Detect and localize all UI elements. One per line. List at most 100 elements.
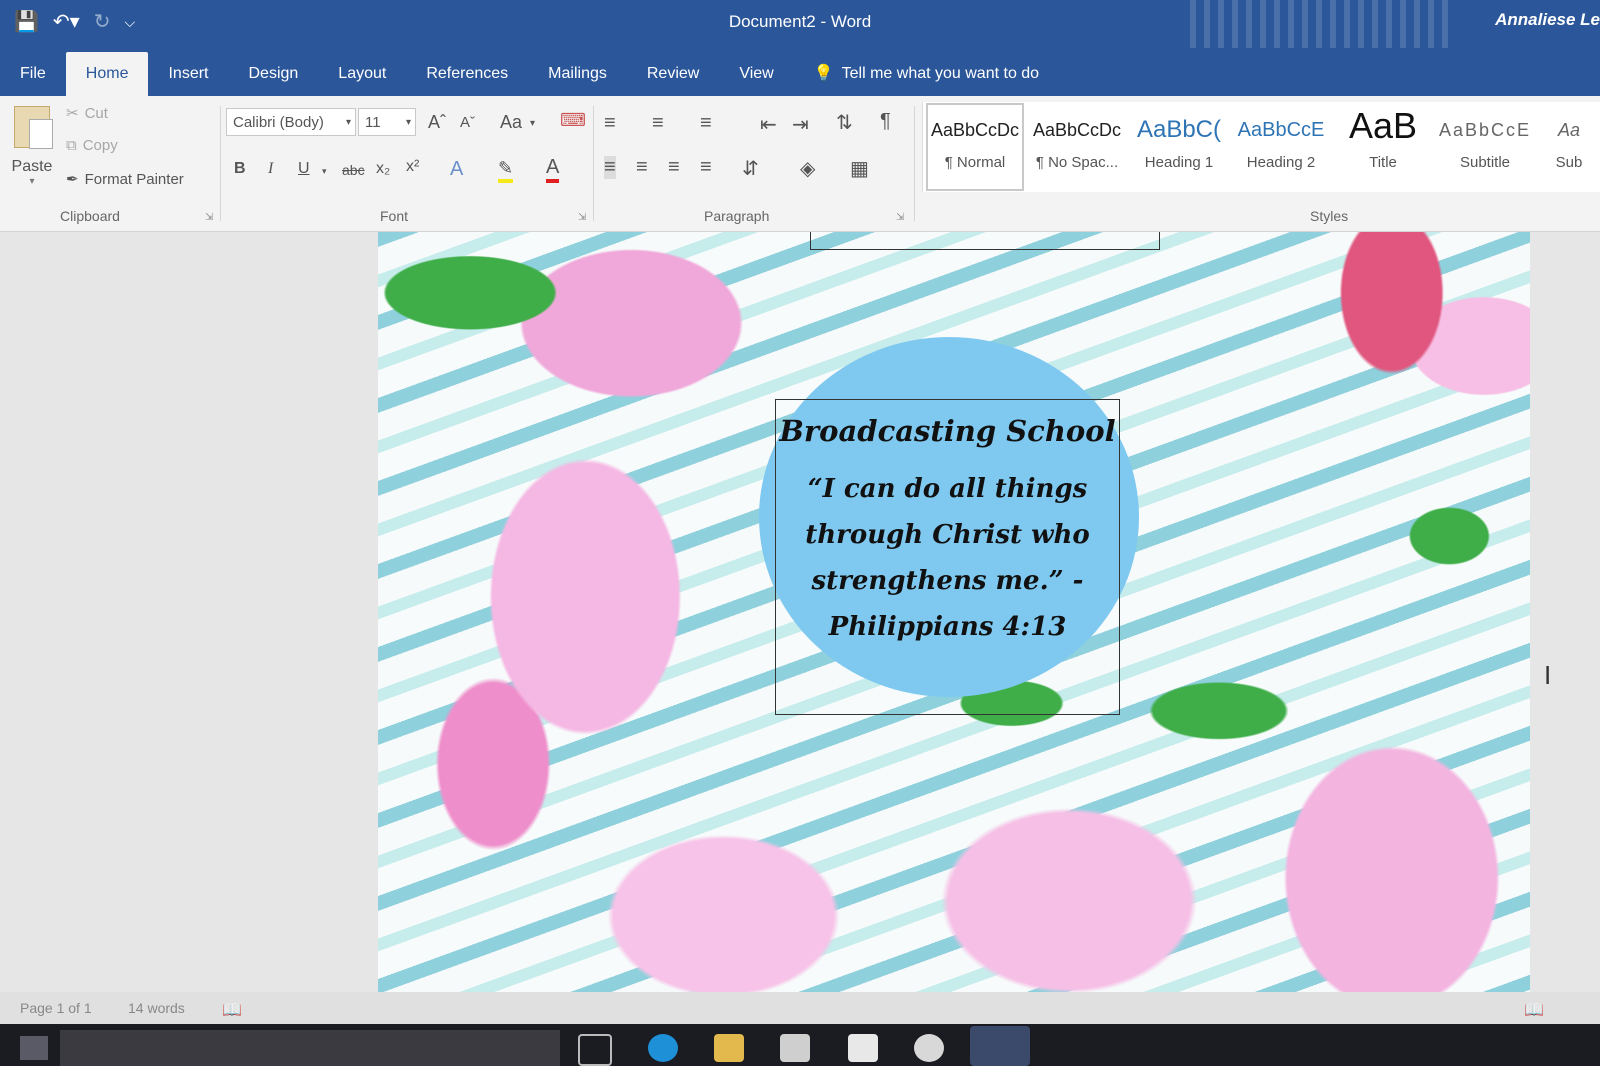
divider (593, 106, 594, 221)
shading-icon[interactable]: ◈ (800, 156, 815, 181)
styles-gallery: AaBbCcDc ¶ Normal AaBbCcDc ¶ No Spac... … (922, 102, 1600, 192)
left-margin-area (0, 232, 378, 992)
sort-icon[interactable]: ⇅ (836, 110, 853, 135)
change-case-button[interactable]: Aa (500, 112, 522, 133)
font-launcher-icon[interactable]: ⇲ (578, 212, 586, 223)
highlight-color-icon[interactable]: ✎ (498, 158, 514, 183)
superscript-button[interactable]: x² (406, 158, 419, 176)
edge-icon[interactable] (648, 1034, 678, 1062)
chevron-down-icon[interactable]: ▾ (322, 166, 327, 177)
copy-label: Copy (82, 137, 118, 154)
style-heading-1[interactable]: AaBbC( Heading 1 (1129, 102, 1229, 192)
style-normal[interactable]: AaBbCcDc ¶ Normal (925, 102, 1025, 192)
clipboard-launcher-icon[interactable]: ⇲ (205, 212, 213, 223)
window-title: Document2 - Word (728, 12, 872, 31)
style-name: Subtitle (1459, 154, 1511, 171)
style-heading-2[interactable]: AaBbCcE Heading 2 (1231, 102, 1331, 192)
increase-indent-icon[interactable]: ⇥ (792, 112, 809, 137)
tab-mailings[interactable]: Mailings (528, 52, 627, 96)
tell-me-box[interactable]: 💡 Tell me what you want to do (794, 52, 1039, 96)
lightbulb-icon: 💡 (813, 65, 834, 82)
align-left-icon[interactable]: ≡ (604, 156, 616, 179)
show-formatting-icon[interactable]: ¶ (880, 110, 891, 133)
header-text-box[interactable] (810, 232, 1160, 250)
proofing-icon[interactable]: 📖 (222, 1000, 242, 1020)
tab-file[interactable]: File (0, 52, 66, 96)
status-bar: Page 1 of 1 14 words 📖 📖 (0, 992, 1600, 1024)
bold-button[interactable]: B (234, 160, 246, 178)
shrink-font-icon[interactable]: Aˇ (460, 114, 475, 131)
paste-icon (14, 106, 53, 149)
task-view-icon[interactable] (578, 1034, 612, 1066)
document-page[interactable]: Broadcasting School “I can do all things… (378, 232, 1530, 992)
quote-text-box[interactable]: Broadcasting School “I can do all things… (775, 399, 1120, 715)
font-size-select[interactable]: 11 ▾ (358, 108, 416, 136)
justify-icon[interactable]: ≡ (700, 156, 712, 179)
multilevel-list-icon[interactable]: ≡ (700, 112, 712, 135)
tab-references[interactable]: References (406, 52, 528, 96)
font-family-select[interactable]: Calibri (Body) ▾ (226, 108, 356, 136)
underline-button[interactable]: U (298, 160, 310, 178)
tab-layout[interactable]: Layout (318, 52, 406, 96)
cut-button[interactable]: ✂ Cut (66, 104, 108, 123)
style-name: ¶ No Spac... (1035, 154, 1119, 171)
tab-view[interactable]: View (719, 52, 793, 96)
italic-button[interactable]: I (268, 160, 273, 178)
style-name: Title (1369, 154, 1397, 171)
divider (914, 106, 915, 221)
grow-font-icon[interactable]: Aˆ (428, 112, 446, 133)
tab-home[interactable]: Home (65, 52, 149, 96)
user-name[interactable]: Annaliese Le (1495, 10, 1600, 30)
paste-button[interactable]: Paste ▾ (10, 106, 54, 187)
right-margin-area (1530, 232, 1600, 992)
style-no-spacing[interactable]: AaBbCcDc ¶ No Spac... (1027, 102, 1127, 192)
dropbox-icon[interactable] (848, 1034, 878, 1062)
borders-icon[interactable]: ▦ (850, 156, 869, 181)
format-painter-label: Format Painter (84, 170, 184, 188)
strikethrough-button[interactable]: abc (342, 162, 365, 178)
file-explorer-icon[interactable] (714, 1034, 744, 1062)
taskbar-search-box[interactable] (60, 1030, 560, 1066)
align-center-icon[interactable]: ≡ (636, 156, 648, 179)
copy-button[interactable]: ⧉ Copy (66, 137, 118, 154)
style-subtle-emphasis[interactable]: Aa Sub (1537, 102, 1600, 192)
tab-design[interactable]: Design (228, 52, 318, 96)
line-spacing-icon[interactable]: ⇵ (742, 156, 759, 181)
tab-insert[interactable]: Insert (148, 52, 228, 96)
bullets-icon[interactable]: ≡ (604, 112, 616, 135)
clear-formatting-icon[interactable]: ⌨ (560, 110, 586, 131)
quote-text: “I can do all things through Christ who … (776, 466, 1119, 650)
style-title[interactable]: AaB Title (1333, 102, 1433, 192)
style-name: Sub (1555, 154, 1583, 171)
hp-icon[interactable] (914, 1034, 944, 1062)
taskbar (0, 1024, 1600, 1066)
style-name: ¶ Normal (944, 154, 1006, 171)
cut-label: Cut (84, 104, 108, 122)
quote-line: strengthens me.” - (811, 566, 1084, 596)
text-effects-icon[interactable]: A (450, 158, 463, 181)
format-painter-button[interactable]: ✒ Format Painter (66, 170, 184, 189)
decrease-indent-icon[interactable]: ⇤ (760, 112, 777, 137)
chevron-down-icon[interactable]: ▾ (530, 118, 535, 129)
paste-label: Paste (11, 158, 53, 175)
windows-start-icon[interactable] (20, 1036, 48, 1060)
store-icon[interactable] (780, 1034, 810, 1062)
copy-icon: ⧉ (66, 137, 77, 154)
align-right-icon[interactable]: ≡ (668, 156, 680, 179)
chevron-down-icon: ▾ (29, 176, 35, 187)
read-mode-icon[interactable]: 📖 (1524, 1000, 1544, 1020)
style-preview: AaB (1348, 105, 1418, 146)
word-taskbar-icon[interactable] (970, 1026, 1030, 1066)
numbering-icon[interactable]: ≡ (652, 112, 664, 135)
font-color-icon[interactable]: A (546, 156, 560, 183)
paragraph-launcher-icon[interactable]: ⇲ (896, 212, 904, 223)
subscript-button[interactable]: x₂ (376, 160, 390, 178)
font-group-label: Font (380, 208, 409, 224)
style-subtitle[interactable]: AaBbCcE Subtitle (1435, 102, 1535, 192)
tab-review[interactable]: Review (627, 52, 719, 96)
style-preview: AaBbCcDc (1032, 120, 1122, 140)
word-count[interactable]: 14 words (128, 1000, 185, 1016)
text-cursor-icon: I (1544, 660, 1552, 690)
document-heading: Broadcasting School (779, 414, 1116, 448)
page-count[interactable]: Page 1 of 1 (20, 1000, 92, 1016)
